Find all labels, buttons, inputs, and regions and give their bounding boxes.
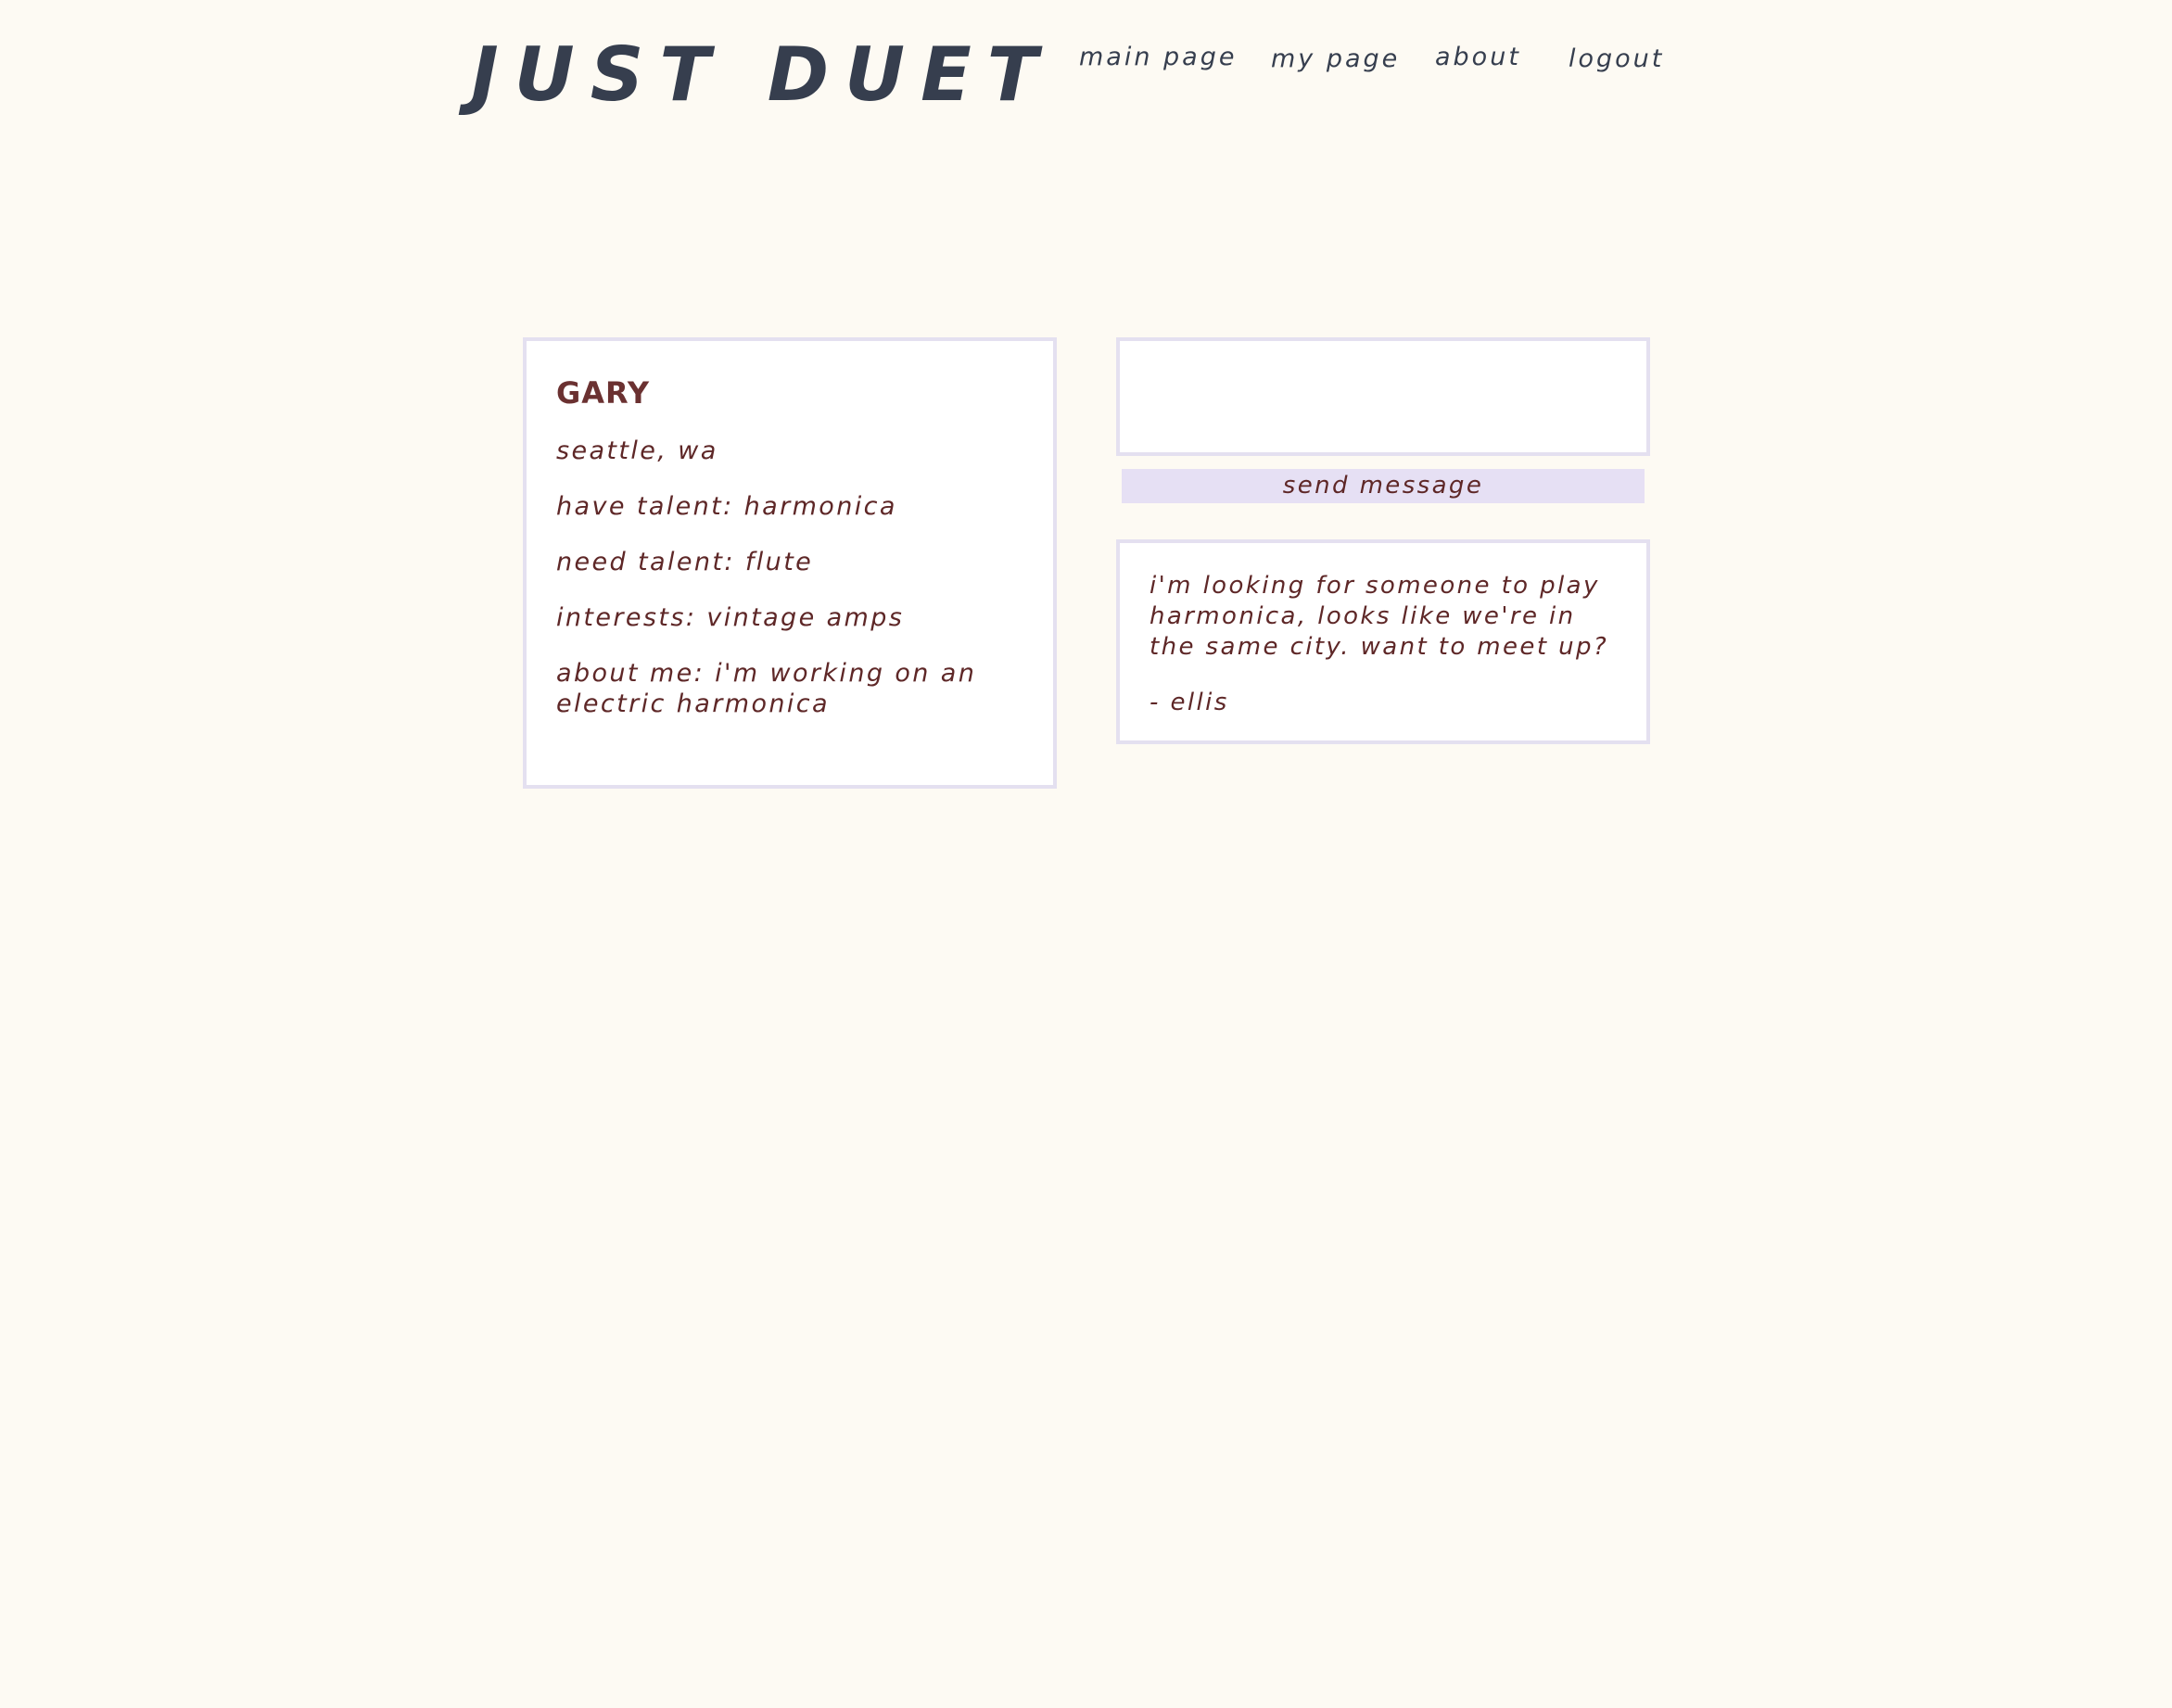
profile-about-me: about me: i'm working on an electric har… [556,659,977,718]
message-input[interactable] [1116,337,1650,456]
nav-logout[interactable]: logout [1569,39,1664,80]
message-card: i'm looking for someone to play harmonic… [1116,539,1650,744]
profile-location: seattle, wa [556,436,718,465]
nav-my-page[interactable]: my page [1271,39,1400,80]
send-message-button[interactable]: send message [1122,469,1645,503]
profile-card: GARY seattle, wa have talent: harmonica … [523,337,1057,789]
message-body: i'm looking for someone to play harmonic… [1150,572,1609,661]
nav-about[interactable]: about [1435,37,1521,78]
site-logo[interactable]: JUST DUET [471,33,1053,117]
profile-have-talent: have talent: harmonica [556,492,897,521]
profile-name: GARY [556,375,651,411]
profile-need-talent: need talent: flute [556,548,814,576]
profile-interests: interests: vintage amps [556,603,905,632]
message-signature: - ellis [1150,689,1229,716]
nav-main-page[interactable]: main page [1079,37,1237,78]
